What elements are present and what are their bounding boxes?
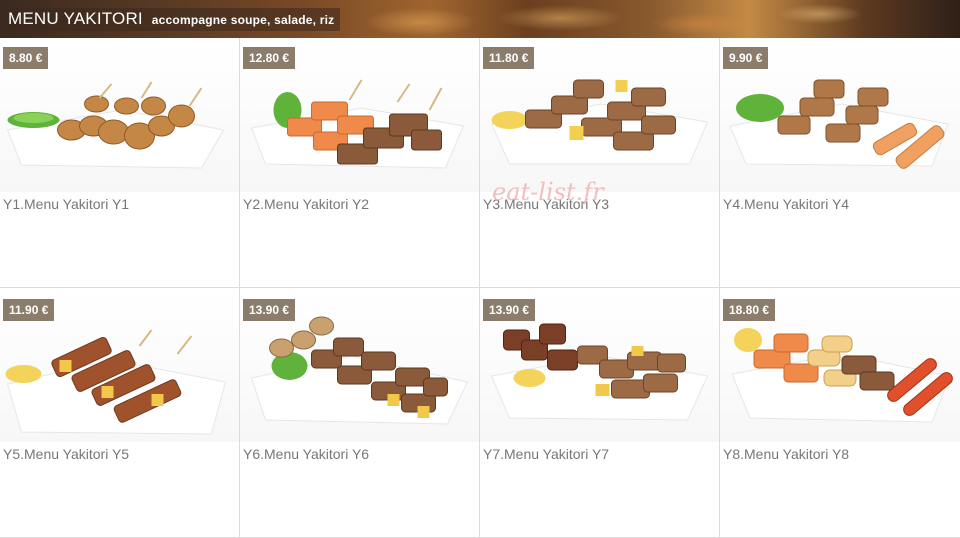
menu-item-card-y1[interactable]: 8.80 € Y1.Menu Yakitori Y1 bbox=[0, 38, 240, 288]
menu-subtitle: accompagne soupe, salade, riz bbox=[151, 13, 335, 27]
menu-header-banner: MENU YAKITORI accompagne soupe, salade, … bbox=[0, 0, 960, 38]
price-badge: 11.80 € bbox=[483, 47, 535, 69]
price-badge: 8.80 € bbox=[3, 47, 49, 69]
price-badge: 18.80 € bbox=[723, 299, 776, 321]
menu-grid: 8.80 € Y1.Menu Yakitori Y1 12.80 € Y2.Me… bbox=[0, 38, 960, 538]
menu-item-name[interactable]: Y8.Menu Yakitori Y8 bbox=[723, 446, 849, 462]
menu-item-card-y8[interactable]: 18.80 € Y8.Menu Yakitori Y8 bbox=[720, 288, 960, 538]
menu-title-text: MENU YAKITORI bbox=[8, 9, 143, 28]
price-badge: 12.80 € bbox=[243, 47, 296, 69]
price-badge: 9.90 € bbox=[723, 47, 769, 69]
price-badge: 13.90 € bbox=[243, 299, 296, 321]
menu-item-card-y3[interactable]: 11.80 € Y3.Menu Yakitori Y3 bbox=[480, 38, 720, 288]
menu-item-card-y4[interactable]: 9.90 € Y4.Menu Yakitori Y4 bbox=[720, 38, 960, 288]
price-badge: 11.90 € bbox=[3, 299, 55, 321]
menu-item-card-y5[interactable]: 11.90 € Y5.Menu Yakitori Y5 bbox=[0, 288, 240, 538]
menu-item-name[interactable]: Y1.Menu Yakitori Y1 bbox=[3, 196, 129, 212]
menu-item-card-y6[interactable]: 13.90 € Y6.Menu Yakitori Y6 bbox=[240, 288, 480, 538]
menu-item-name[interactable]: Y7.Menu Yakitori Y7 bbox=[483, 446, 609, 462]
menu-item-name[interactable]: Y2.Menu Yakitori Y2 bbox=[243, 196, 369, 212]
menu-item-card-y7[interactable]: 13.90 € Y7.Menu Yakitori Y7 bbox=[480, 288, 720, 538]
menu-title: MENU YAKITORI accompagne soupe, salade, … bbox=[6, 8, 341, 31]
menu-item-name[interactable]: Y6.Menu Yakitori Y6 bbox=[243, 446, 369, 462]
menu-item-name[interactable]: Y4.Menu Yakitori Y4 bbox=[723, 196, 849, 212]
menu-item-card-y2[interactable]: 12.80 € Y2.Menu Yakitori Y2 bbox=[240, 38, 480, 288]
price-badge: 13.90 € bbox=[483, 299, 536, 321]
menu-item-name[interactable]: Y5.Menu Yakitori Y5 bbox=[3, 446, 129, 462]
menu-item-name[interactable]: Y3.Menu Yakitori Y3 bbox=[483, 196, 609, 212]
